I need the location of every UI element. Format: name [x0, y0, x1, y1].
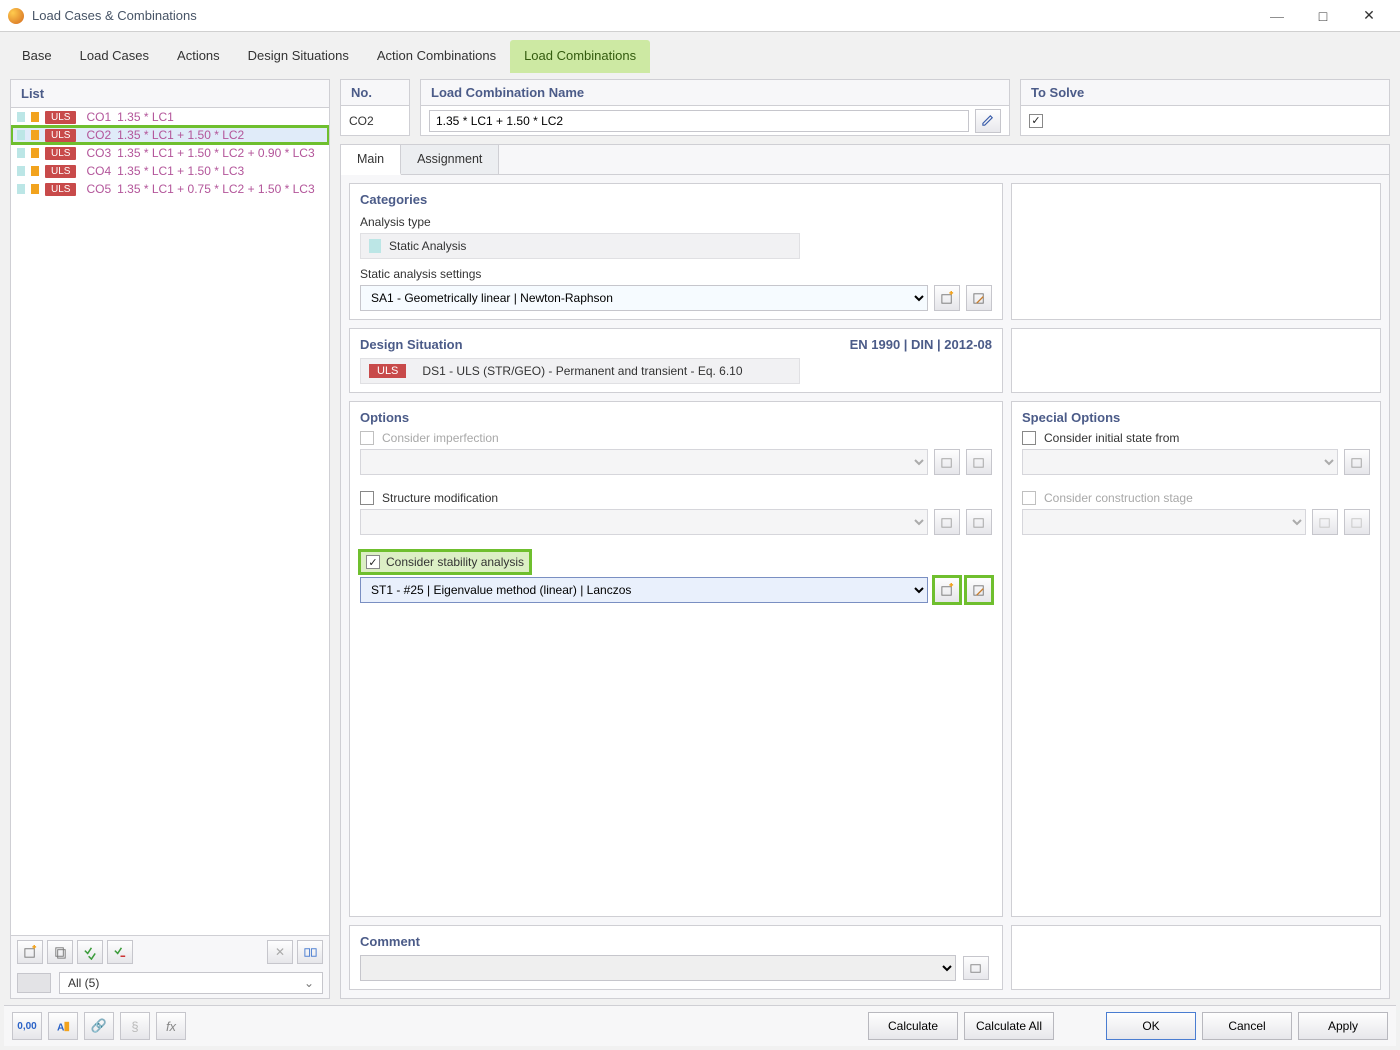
categories-header: Categories — [360, 192, 992, 207]
edit-stability-button[interactable] — [966, 577, 992, 603]
rename-button[interactable] — [975, 109, 1001, 133]
list-row-co1[interactable]: ULS CO1 1.35 * LC1 — [11, 108, 329, 126]
list-panel: List ULS CO1 1.35 * LC1 ULS CO2 1.35 * L… — [10, 79, 330, 999]
text-style-button[interactable]: A — [48, 1012, 78, 1040]
tab-design-situations[interactable]: Design Situations — [234, 40, 363, 73]
analysis-type-label: Analysis type — [360, 215, 992, 229]
uls-badge: ULS — [45, 129, 76, 142]
uls-badge: ULS — [45, 147, 76, 160]
edit-construction-stage-button — [1344, 509, 1370, 535]
tab-load-cases[interactable]: Load Cases — [66, 40, 163, 73]
construction-stage-checkbox — [1022, 491, 1036, 505]
minimize-button[interactable]: — — [1254, 0, 1300, 32]
list-row-co3[interactable]: ULS CO3 1.35 * LC1 + 1.50 * LC2 + 0.90 *… — [11, 144, 329, 162]
link-button[interactable]: 🔗 — [84, 1012, 114, 1040]
initial-state-checkbox[interactable] — [1022, 431, 1036, 445]
list-filter-row: All (5) ⌄ — [11, 968, 329, 998]
stability-settings-select[interactable]: ST1 - #25 | Eigenvalue method (linear) |… — [360, 577, 928, 603]
analysis-type-field: Static Analysis — [360, 233, 800, 259]
design-situation-header: Design Situation — [360, 337, 463, 352]
uls-badge: ULS — [45, 183, 76, 196]
new-settings-button[interactable] — [934, 285, 960, 311]
edit-imperfection-button[interactable] — [966, 449, 992, 475]
design-standard-label: EN 1990 | DIN | 2012-08 — [850, 337, 992, 352]
edit-initial-state-button[interactable] — [1344, 449, 1370, 475]
comment-header: Comment — [360, 934, 992, 949]
initial-state-select — [1022, 449, 1338, 475]
apply-button[interactable]: Apply — [1298, 1012, 1388, 1040]
comment-select[interactable] — [360, 955, 956, 981]
app-icon — [8, 8, 24, 24]
analysis-settings-label: Static analysis settings — [360, 267, 992, 281]
layout-toggle-button[interactable] — [297, 940, 323, 964]
new-construction-stage-button — [1312, 509, 1338, 535]
uls-badge: ULS — [45, 165, 76, 178]
edit-settings-button[interactable] — [966, 285, 992, 311]
combination-name-input[interactable] — [429, 110, 969, 132]
tab-action-combinations[interactable]: Action Combinations — [363, 40, 510, 73]
name-box: Load Combination Name — [420, 79, 1010, 136]
titlebar: Load Cases & Combinations — □ ✕ — [0, 0, 1400, 32]
to-solve-checkbox[interactable]: ✓ — [1029, 114, 1043, 128]
copy-item-button[interactable] — [47, 940, 73, 964]
analysis-settings-select[interactable]: SA1 - Geometrically linear | Newton-Raph… — [360, 285, 928, 311]
svg-text:A: A — [56, 1022, 64, 1033]
solve-box: To Solve ✓ — [1020, 79, 1390, 136]
special-options-header: Special Options — [1022, 410, 1370, 425]
consider-imperfection-checkbox — [360, 431, 374, 445]
no-value: CO2 — [349, 114, 374, 128]
maximize-button[interactable]: □ — [1300, 0, 1346, 32]
options-header: Options — [360, 410, 992, 425]
close-button[interactable]: ✕ — [1346, 0, 1392, 32]
new-item-button[interactable] — [17, 940, 43, 964]
function-button[interactable]: fx — [156, 1012, 186, 1040]
subtab-main[interactable]: Main — [341, 145, 401, 175]
list-body: ULS CO1 1.35 * LC1 ULS CO2 1.35 * LC1 + … — [11, 107, 329, 936]
filter-dropdown[interactable]: All (5) ⌄ — [59, 972, 323, 994]
initial-state-row: Consider initial state from — [1022, 431, 1370, 445]
consider-stability-checkbox[interactable]: ✓ — [366, 555, 380, 569]
script-button[interactable]: § — [120, 1012, 150, 1040]
new-imperfection-button[interactable] — [934, 449, 960, 475]
main-tabstrip: Base Load Cases Actions Design Situation… — [4, 36, 1396, 73]
structure-mod-select — [360, 509, 928, 535]
calculate-all-button[interactable]: Calculate All — [964, 1012, 1054, 1040]
structure-modification-row: Structure modification — [360, 491, 992, 505]
filter-color-button[interactable] — [17, 973, 51, 993]
edit-structure-mod-button[interactable] — [966, 509, 992, 535]
imperfection-select — [360, 449, 928, 475]
construction-stage-select — [1022, 509, 1306, 535]
new-structure-mod-button[interactable] — [934, 509, 960, 535]
tab-base[interactable]: Base — [8, 40, 66, 73]
consider-stability-row: ✓ Consider stability analysis — [360, 551, 530, 573]
deselect-all-button[interactable] — [107, 940, 133, 964]
calculate-button[interactable]: Calculate — [868, 1012, 958, 1040]
subtab-assignment[interactable]: Assignment — [401, 145, 499, 174]
construction-stage-row: Consider construction stage — [1022, 491, 1370, 505]
list-row-co2[interactable]: ULS CO2 1.35 * LC1 + 1.50 * LC2 — [11, 126, 329, 144]
tab-load-combinations[interactable]: Load Combinations — [510, 40, 650, 73]
consider-imperfection-row: Consider imperfection — [360, 431, 992, 445]
chevron-down-icon: ⌄ — [304, 976, 314, 990]
delete-item-button[interactable]: ✕ — [267, 940, 293, 964]
ok-button[interactable]: OK — [1106, 1012, 1196, 1040]
comment-edit-button[interactable] — [963, 956, 989, 980]
list-row-co4[interactable]: ULS CO4 1.35 * LC1 + 1.50 * LC3 — [11, 162, 329, 180]
design-situation-field: ULS DS1 - ULS (STR/GEO) - Permanent and … — [360, 358, 800, 384]
no-box: No. CO2 — [340, 79, 410, 136]
structure-modification-checkbox[interactable] — [360, 491, 374, 505]
units-button[interactable]: 0,00 — [12, 1012, 42, 1040]
new-stability-button[interactable] — [934, 577, 960, 603]
select-all-button[interactable] — [77, 940, 103, 964]
uls-badge: ULS — [45, 111, 76, 124]
window-title: Load Cases & Combinations — [32, 8, 197, 23]
list-header: List — [11, 80, 329, 107]
list-row-co5[interactable]: ULS CO5 1.35 * LC1 + 0.75 * LC2 + 1.50 *… — [11, 180, 329, 198]
footer: 0,00 A 🔗 § fx Calculate Calculate All OK… — [4, 1005, 1396, 1046]
tab-actions[interactable]: Actions — [163, 40, 234, 73]
list-toolbar: ✕ — [11, 936, 329, 968]
cancel-button[interactable]: Cancel — [1202, 1012, 1292, 1040]
